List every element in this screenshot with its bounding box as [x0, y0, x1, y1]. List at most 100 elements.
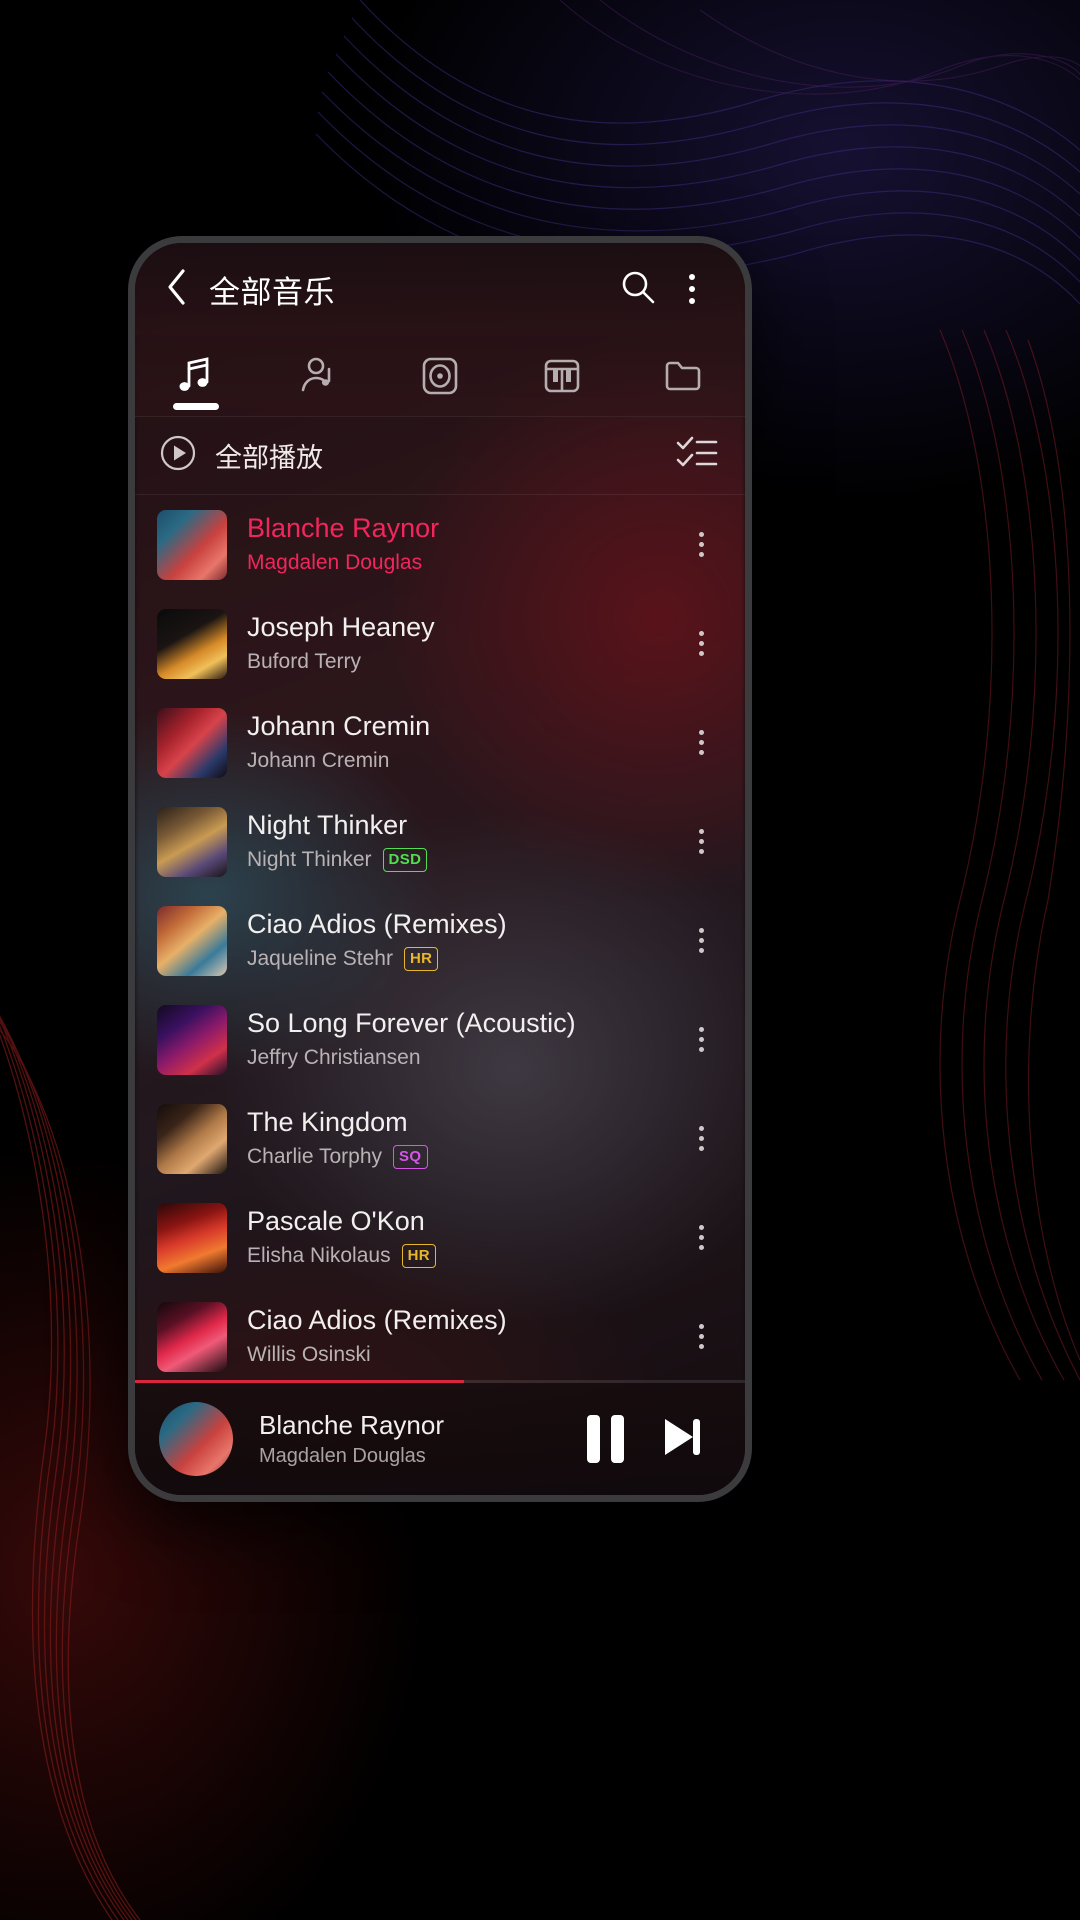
search-button[interactable]: [611, 262, 665, 316]
song-meta: Joseph Heaney Buford Terry: [247, 611, 677, 676]
song-artist: Willis Osinski: [247, 1342, 371, 1366]
play-all-label: 全部播放: [215, 443, 323, 473]
back-button[interactable]: [157, 268, 197, 309]
list-item[interactable]: Ciao Adios (Remixes) Willis Osinski: [135, 1287, 745, 1380]
song-title: So Long Forever (Acoustic): [247, 1007, 576, 1038]
page-title: 全部音乐: [209, 274, 335, 310]
checklist-icon: [675, 433, 719, 478]
album-art: [157, 1103, 227, 1174]
list-item[interactable]: Blanche Raynor Magdalen Douglas: [135, 495, 745, 594]
album-art: [157, 905, 227, 976]
overflow-menu-icon: [698, 829, 704, 854]
song-artist: Elisha Nikolaus: [247, 1243, 391, 1267]
list-item[interactable]: So Long Forever (Acoustic) Jeffry Christ…: [135, 990, 745, 1089]
song-meta: Night Thinker Night Thinker DSD: [247, 809, 677, 874]
song-subtitle: Johann Cremin: [247, 747, 677, 775]
song-artist: Buford Terry: [247, 649, 361, 673]
library-tab-bar: [135, 335, 745, 417]
song-artist: Night Thinker: [247, 847, 372, 871]
playback-progress-bar[interactable]: [135, 1380, 745, 1383]
next-track-button[interactable]: [643, 1401, 719, 1477]
list-item[interactable]: Johann Cremin Johann Cremin: [135, 693, 745, 792]
tab-active-indicator: [173, 403, 219, 410]
list-item[interactable]: Pascale O'Kon Elisha Nikolaus HR: [135, 1188, 745, 1287]
play-circle-icon: [159, 434, 197, 477]
album-disc-icon: [417, 353, 463, 399]
song-subtitle: Jeffry Christiansen: [247, 1044, 677, 1072]
song-subtitle: Charlie Torphy SQ: [247, 1143, 677, 1171]
list-item[interactable]: Ciao Adios (Remixes) Jaqueline Stehr HR: [135, 891, 745, 990]
song-title: Pascale O'Kon: [247, 1205, 425, 1236]
tab-songs[interactable]: [135, 335, 257, 416]
mini-player-meta[interactable]: Blanche Raynor Magdalen Douglas: [259, 1410, 567, 1468]
song-meta: So Long Forever (Acoustic) Jeffry Christ…: [247, 1007, 677, 1072]
quality-badge: SQ: [393, 1144, 428, 1169]
pause-button[interactable]: [567, 1401, 643, 1477]
list-item[interactable]: The Kingdom Charlie Torphy SQ: [135, 1089, 745, 1188]
song-overflow-button[interactable]: [677, 1302, 725, 1372]
play-all-button[interactable]: 全部播放: [159, 434, 323, 477]
song-overflow-button[interactable]: [677, 906, 725, 976]
album-art-image: [157, 1202, 227, 1273]
album-art-image: [157, 509, 227, 580]
song-overflow-button[interactable]: [677, 1203, 725, 1273]
song-artist: Jaqueline Stehr: [247, 946, 393, 970]
multiselect-button[interactable]: [675, 433, 719, 478]
overflow-menu-button[interactable]: [665, 262, 719, 316]
quality-badge: HR: [403, 946, 439, 971]
song-overflow-button[interactable]: [677, 1104, 725, 1174]
piano-keys-icon: [539, 353, 585, 399]
song-overflow-button[interactable]: [677, 1005, 725, 1075]
song-subtitle: Willis Osinski: [247, 1341, 677, 1369]
album-art-image: [157, 707, 227, 778]
list-item[interactable]: Night Thinker Night Thinker DSD: [135, 792, 745, 891]
song-meta: Ciao Adios (Remixes) Jaqueline Stehr HR: [247, 908, 677, 973]
song-overflow-button[interactable]: [677, 510, 725, 580]
overflow-menu-icon: [698, 631, 704, 656]
album-art-image: [157, 905, 227, 976]
tab-artists[interactable]: [257, 335, 379, 416]
tab-folders[interactable]: [623, 335, 745, 416]
song-title: Ciao Adios (Remixes): [247, 908, 507, 939]
song-subtitle: Night Thinker DSD: [247, 846, 677, 874]
song-title: Joseph Heaney: [247, 611, 435, 642]
song-list[interactable]: Blanche Raynor Magdalen Douglas Joseph H…: [135, 495, 745, 1380]
artist-icon: [295, 353, 341, 399]
album-art-image: [157, 1004, 227, 1075]
playback-progress-fill: [135, 1380, 465, 1383]
list-item[interactable]: Joseph Heaney Buford Terry: [135, 594, 745, 693]
song-meta: Ciao Adios (Remixes) Willis Osinski: [247, 1304, 677, 1369]
album-art: [157, 1301, 227, 1372]
search-icon: [619, 268, 657, 311]
song-title: The Kingdom: [247, 1106, 408, 1137]
song-title: Blanche Raynor: [247, 512, 440, 543]
play-all-row: 全部播放: [135, 417, 745, 495]
song-overflow-button[interactable]: [677, 708, 725, 778]
overflow-menu-icon: [689, 274, 695, 304]
song-meta: Johann Cremin Johann Cremin: [247, 710, 677, 775]
song-meta: Blanche Raynor Magdalen Douglas: [247, 512, 677, 577]
album-art-image: [157, 1103, 227, 1174]
overflow-menu-icon: [698, 730, 704, 755]
music-note-icon: [173, 353, 219, 399]
song-title: Ciao Adios (Remixes): [247, 1304, 507, 1335]
tab-genres[interactable]: [501, 335, 623, 416]
tab-albums[interactable]: [379, 335, 501, 416]
now-playing-title: Blanche Raynor: [259, 1410, 444, 1440]
overflow-menu-icon: [698, 1027, 704, 1052]
song-meta: Pascale O'Kon Elisha Nikolaus HR: [247, 1205, 677, 1270]
mini-player-artwork[interactable]: [159, 1402, 233, 1476]
now-playing-artist: Magdalen Douglas: [259, 1445, 426, 1467]
album-art: [157, 1004, 227, 1075]
overflow-menu-icon: [698, 928, 704, 953]
song-subtitle: Jaqueline Stehr HR: [247, 945, 677, 973]
album-art: [157, 707, 227, 778]
quality-badge: HR: [401, 1243, 437, 1268]
song-artist: Charlie Torphy: [247, 1144, 383, 1168]
overflow-menu-icon: [698, 532, 704, 557]
overflow-menu-icon: [698, 1225, 704, 1250]
song-subtitle: Magdalen Douglas: [247, 549, 677, 577]
music-app-screen: 全部音乐 全部播放 Blanche Raynor Magdalen Dougla…: [135, 243, 745, 1495]
song-overflow-button[interactable]: [677, 807, 725, 877]
song-overflow-button[interactable]: [677, 609, 725, 679]
